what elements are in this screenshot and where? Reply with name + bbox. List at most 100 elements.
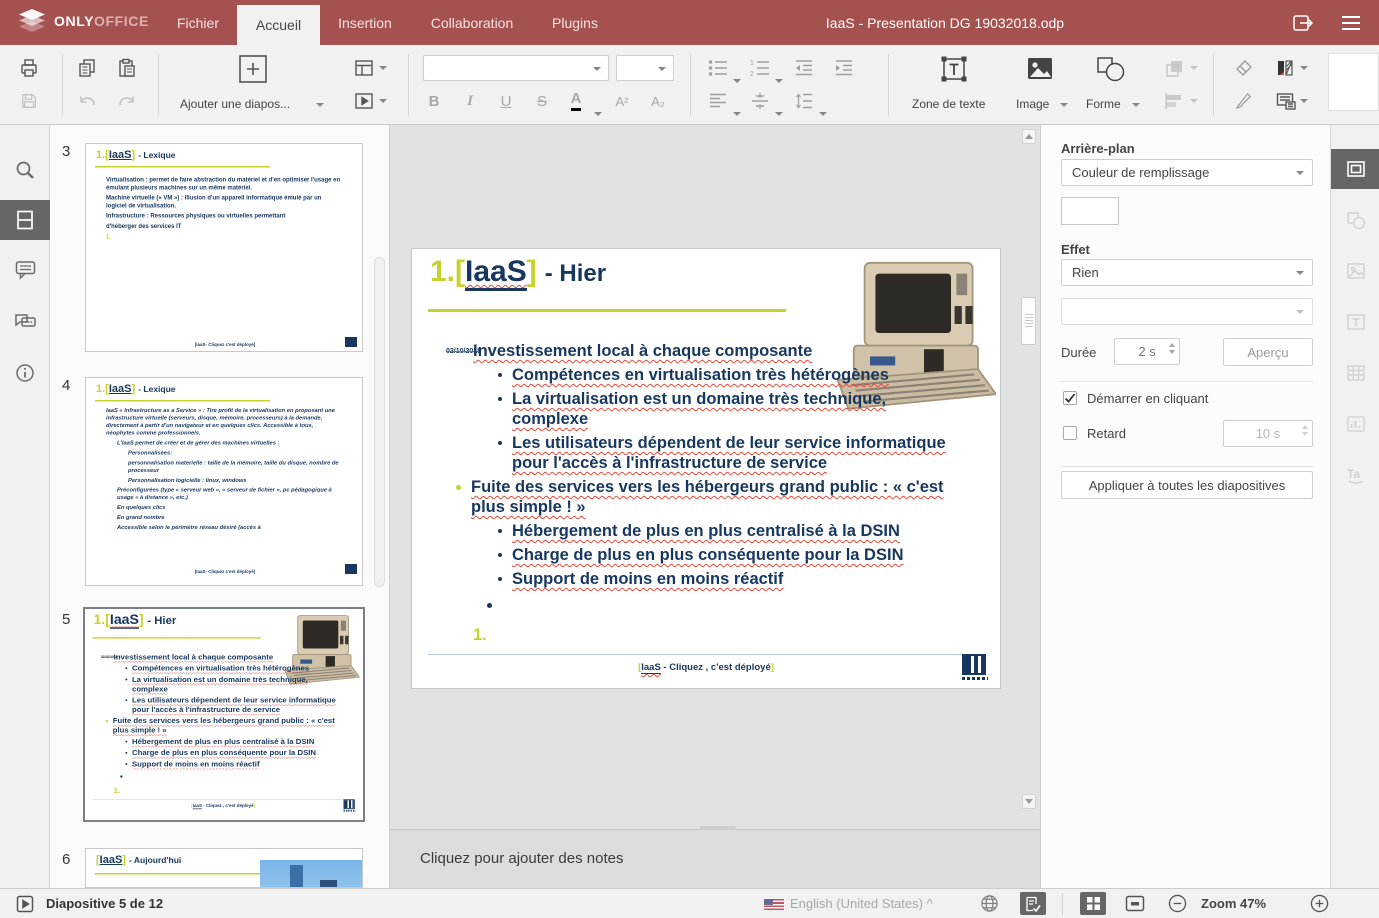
scroll-down-button[interactable] (1022, 794, 1036, 809)
chat-button[interactable] (0, 302, 50, 342)
language-selector[interactable]: English (United States) ^ (790, 896, 933, 911)
fit-to-slide-button[interactable] (1122, 892, 1148, 915)
slide-settings-button[interactable] (1331, 149, 1379, 189)
arrange-shape-button[interactable] (1160, 54, 1202, 82)
line-spacing-button[interactable] (792, 87, 816, 115)
shape-icon (1096, 55, 1126, 83)
main-menu-button[interactable] (1338, 10, 1364, 35)
delay-spinner[interactable]: 10 s (1223, 420, 1313, 447)
scroll-up-button[interactable] (1022, 129, 1036, 144)
subscript-button[interactable]: A₂ (644, 87, 672, 115)
save-button[interactable] (15, 87, 43, 115)
add-slide-button[interactable]: Ajouter une diapos... (170, 49, 338, 121)
print-button[interactable] (15, 54, 43, 82)
background-color-swatch[interactable] (1061, 197, 1119, 225)
shape-button[interactable]: Forme (1078, 49, 1144, 121)
slide-layout-button[interactable] (348, 54, 392, 82)
search-button[interactable] (0, 150, 50, 190)
open-file-location-button[interactable] (1290, 10, 1316, 35)
paste-button[interactable] (113, 54, 141, 82)
add-slide-chevron (316, 103, 324, 107)
about-button[interactable] (0, 353, 50, 393)
image-button[interactable]: Image (1008, 49, 1072, 121)
effect-select[interactable]: Rien (1061, 259, 1313, 286)
slides-panel-button[interactable] (0, 200, 50, 240)
numbering-icon: 1 2 (750, 59, 770, 77)
italic-button[interactable]: I (456, 87, 484, 115)
effect-variant-select[interactable] (1061, 298, 1313, 325)
undo-icon (77, 93, 97, 109)
textart-settings-button[interactable]: Ta (1331, 455, 1379, 495)
image-settings-button[interactable] (1331, 251, 1379, 291)
preview-button[interactable]: Aperçu (1223, 338, 1313, 366)
comments-button[interactable] (0, 250, 50, 290)
fit-slide-icon (1125, 895, 1145, 912)
font-size-combo[interactable] (616, 55, 674, 81)
slide-thumbnail-4[interactable]: 1.[IaaS] - Lexique IaaS « Infrastructure… (85, 377, 363, 586)
duration-label: Durée (1061, 345, 1096, 360)
thumbnails-scrollbar[interactable] (374, 257, 385, 587)
increase-indent-button[interactable] (830, 54, 858, 82)
increase-indent-icon (834, 59, 854, 77)
slide-size-button[interactable] (1272, 87, 1312, 115)
start-on-click-checkbox[interactable] (1063, 391, 1077, 405)
font-name-combo[interactable] (423, 55, 609, 81)
zoom-level: Zoom 47% (1201, 896, 1266, 911)
text-box-button[interactable]: Zone de texte (900, 49, 1008, 121)
zoom-in-button[interactable] (1306, 892, 1332, 915)
slide-title[interactable]: 1.[IaaS]- Hier (430, 255, 606, 289)
redo-button[interactable] (113, 87, 141, 115)
strikeout-button[interactable]: S (528, 87, 556, 115)
slide-number-4: 4 (62, 377, 70, 394)
zoom-out-button[interactable] (1164, 892, 1190, 915)
superscript-button[interactable]: A² (608, 87, 636, 115)
underline-button[interactable]: U (492, 87, 520, 115)
spinner-down-icon[interactable] (1169, 350, 1175, 354)
print-icon (19, 58, 39, 78)
shape-settings-button[interactable] (1331, 200, 1379, 240)
tab-fichier[interactable]: Fichier (165, 0, 231, 45)
tab-plugins[interactable]: Plugins (544, 0, 606, 45)
slide-body[interactable]: Investissement local à chaque composante… (448, 341, 946, 649)
bullets-chevron (733, 79, 741, 83)
slide-thumbnail-5-selected[interactable]: 1.[IaaS]- Hier 02/10/2018 Investissement… (83, 607, 365, 822)
bold-button[interactable]: B (420, 87, 448, 115)
background-fill-select[interactable]: Couleur de remplissage (1061, 159, 1313, 186)
duration-spinner[interactable]: 2 s (1114, 338, 1180, 365)
delay-checkbox[interactable] (1063, 426, 1077, 440)
color-scheme-button[interactable] (1272, 54, 1312, 82)
chart-settings-button[interactable] (1331, 404, 1379, 444)
slide-canvas[interactable]: 1.[IaaS]- Hier 02/10/2018 Investissement… (411, 248, 1001, 689)
tab-insertion[interactable]: Insertion (328, 0, 402, 45)
slide-thumbnail-6[interactable]: [IaaS] - Aujourd'hui (85, 848, 363, 888)
start-slideshow-button[interactable] (12, 892, 38, 915)
undo-button[interactable] (73, 87, 101, 115)
copy-button[interactable] (73, 54, 101, 82)
editor-vertical-scrollbar[interactable] (1021, 129, 1037, 809)
scrollbar-thumb[interactable] (1021, 297, 1036, 345)
copy-style-button[interactable] (1230, 87, 1258, 115)
notes-area[interactable]: Cliquez pour ajouter des notes (390, 830, 1040, 888)
set-language-button[interactable] (976, 892, 1002, 915)
clear-style-button[interactable] (1230, 54, 1258, 82)
check-icon (1064, 393, 1076, 404)
tab-accueil[interactable]: Accueil (237, 5, 320, 45)
apply-to-all-slides-button[interactable]: Appliquer à toutes les diapositives (1061, 471, 1313, 499)
table-settings-button[interactable] (1331, 353, 1379, 393)
font-color-button[interactable]: A (564, 87, 588, 115)
tab-collaboration[interactable]: Collaboration (422, 0, 522, 45)
text-settings-button[interactable] (1331, 302, 1379, 342)
decrease-indent-button[interactable] (790, 54, 818, 82)
bullets-button[interactable] (706, 54, 730, 82)
start-slideshow-toolbar-button[interactable] (348, 87, 392, 115)
numbering-button[interactable]: 1 2 (748, 54, 772, 82)
slide-number-5: 5 (62, 611, 70, 628)
spinner-up-icon[interactable] (1169, 343, 1175, 347)
mini-slide-6: [IaaS] - Aujourd'hui (86, 849, 363, 888)
slide-sorter-view-button[interactable] (1080, 892, 1106, 915)
vertical-align-button[interactable] (748, 87, 772, 115)
align-shape-button[interactable] (1160, 87, 1202, 115)
slide-thumbnail-3[interactable]: 1.[IaaS] - Lexique Virtualisation : perm… (85, 143, 363, 352)
horizontal-align-button[interactable] (706, 87, 730, 115)
spell-check-button[interactable] (1020, 892, 1046, 915)
